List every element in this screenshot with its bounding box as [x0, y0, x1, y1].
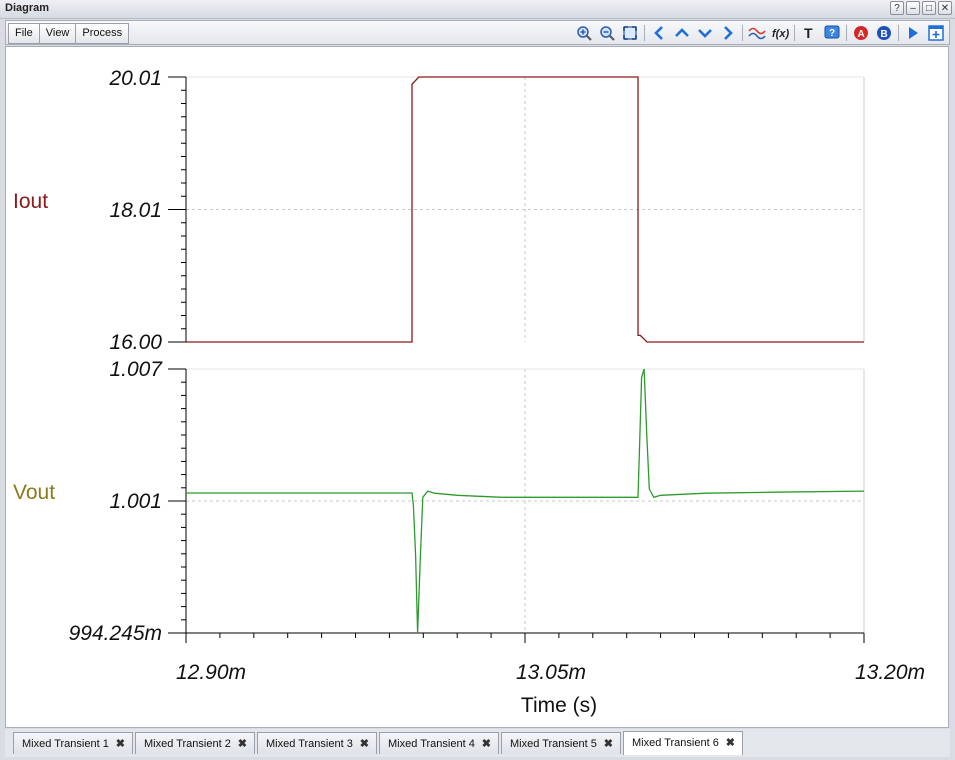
y-tick-label-vout-top: 1.007 — [109, 358, 163, 381]
svg-text:T: T — [804, 25, 813, 41]
new-diagram-icon[interactable] — [927, 24, 945, 42]
tab-mixed-transient-3[interactable]: Mixed Transient 3 ✖ — [257, 732, 377, 754]
y-tick-label-vout-bottom: 994.245m — [69, 622, 162, 645]
close-tab-icon[interactable]: ✖ — [360, 733, 369, 755]
close-tab-icon[interactable]: ✖ — [238, 733, 247, 755]
fit-to-window-icon[interactable] — [621, 24, 639, 42]
toolbar-separator — [898, 25, 899, 41]
help-icon[interactable]: ? — [890, 1, 904, 15]
cursor-right-icon[interactable] — [719, 24, 737, 42]
zoom-out-icon[interactable] — [598, 24, 616, 42]
curve-style-icon[interactable] — [748, 24, 766, 42]
toolbar-separator — [794, 25, 795, 41]
axes — [168, 76, 865, 643]
toolbar-separator — [846, 25, 847, 41]
tab-label: Mixed Transient 2 — [144, 738, 231, 750]
tab-label: Mixed Transient 6 — [632, 737, 719, 749]
help-tool-icon[interactable]: ? — [823, 24, 841, 42]
close-icon[interactable]: ✕ — [938, 1, 952, 15]
cursor-left-icon[interactable] — [650, 24, 668, 42]
grid-lines — [186, 76, 865, 633]
tab-mixed-transient-1[interactable]: Mixed Transient 1 ✖ — [13, 732, 133, 754]
tab-label: Mixed Transient 3 — [266, 738, 353, 750]
toolbar-separator — [742, 25, 743, 41]
menu-bar: File View Process — [8, 23, 130, 44]
x-tick-label-start: 12.90m — [176, 661, 246, 684]
window-controls: ? – □ ✕ — [890, 1, 952, 15]
cursor-a-icon[interactable]: A — [852, 24, 870, 42]
cursor-b-icon[interactable]: B — [875, 24, 893, 42]
tab-label: Mixed Transient 1 — [22, 738, 109, 750]
x-tick-label-end: 13.20m — [855, 661, 925, 684]
y-tick-label-vout-mid: 1.001 — [109, 490, 162, 513]
tab-mixed-transient-5[interactable]: Mixed Transient 5 ✖ — [501, 732, 621, 754]
view-menu-button[interactable]: View — [38, 23, 77, 44]
tab-mixed-transient-4[interactable]: Mixed Transient 4 ✖ — [379, 732, 499, 754]
toolbar: File View Process f(x) T ? A B — [5, 20, 950, 45]
x-tick-label-mid: 13.05m — [516, 661, 586, 684]
svg-text:f(x): f(x) — [772, 28, 789, 40]
window-titlebar: Diagram ? – □ ✕ — [0, 0, 955, 19]
tab-bar: Mixed Transient 1 ✖ Mixed Transient 2 ✖ Mi… — [5, 729, 950, 757]
close-tab-icon[interactable]: ✖ — [604, 733, 613, 755]
close-tab-icon[interactable]: ✖ — [482, 733, 491, 755]
close-tab-icon[interactable]: ✖ — [116, 733, 125, 755]
function-icon[interactable]: f(x) — [771, 24, 789, 42]
text-tool-icon[interactable]: T — [800, 24, 818, 42]
toolbar-separator — [644, 25, 645, 41]
close-tab-icon[interactable]: ✖ — [726, 732, 735, 754]
play-icon[interactable] — [904, 24, 922, 42]
file-menu-button[interactable]: File — [8, 23, 40, 44]
tab-mixed-transient-6[interactable]: Mixed Transient 6 ✖ — [623, 731, 743, 755]
tab-label: Mixed Transient 4 — [388, 738, 475, 750]
minimize-icon[interactable]: – — [906, 1, 920, 15]
toolbar-icons: f(x) T ? A B — [575, 24, 945, 42]
tab-label: Mixed Transient 5 — [510, 738, 597, 750]
tab-mixed-transient-2[interactable]: Mixed Transient 2 ✖ — [135, 732, 255, 754]
zoom-in-icon[interactable] — [575, 24, 593, 42]
y-tick-label-iout-mid: 18.01 — [109, 199, 162, 222]
process-menu-button[interactable]: Process — [75, 23, 130, 44]
svg-text:B: B — [881, 29, 888, 40]
svg-text:?: ? — [829, 28, 835, 39]
y-tick-label-iout-bottom: 16.00 — [109, 331, 162, 354]
panel-label-iout: Iout — [13, 190, 48, 213]
maximize-icon[interactable]: □ — [922, 1, 936, 15]
chart[interactable]: Iout Vout 20.01 18.01 16.00 1.007 1.001 … — [6, 47, 948, 727]
window-title: Diagram — [5, 2, 50, 14]
x-axis-label: Time (s) — [521, 694, 597, 717]
svg-text:A: A — [858, 29, 865, 40]
plot-area[interactable]: Iout Vout 20.01 18.01 16.00 1.007 1.001 … — [5, 46, 949, 728]
y-tick-label-iout-top: 20.01 — [108, 67, 162, 90]
cursor-down-icon[interactable] — [696, 24, 714, 42]
panel-label-vout: Vout — [13, 481, 55, 504]
cursor-up-icon[interactable] — [673, 24, 691, 42]
